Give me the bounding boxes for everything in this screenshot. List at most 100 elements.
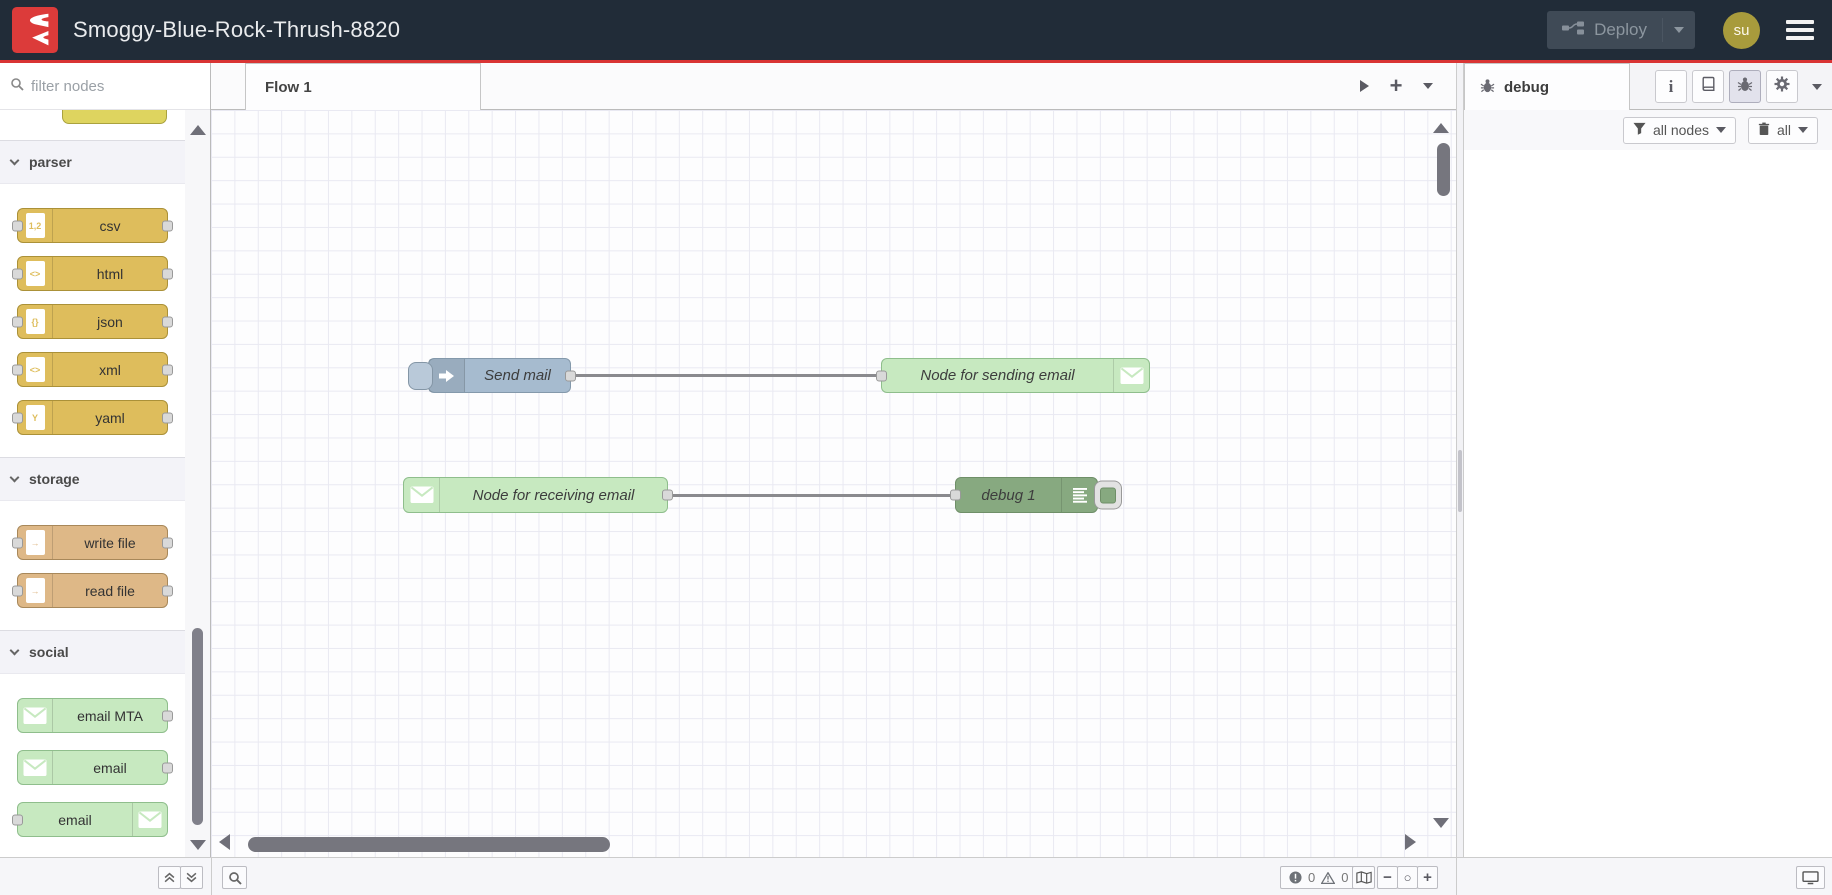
user-avatar[interactable]: su <box>1723 11 1760 49</box>
port-out[interactable] <box>662 489 673 501</box>
palette-node-csv[interactable]: 1,2 csv <box>12 208 173 243</box>
main-menu-button[interactable] <box>1786 20 1814 40</box>
palette-node-partial[interactable] <box>62 110 167 124</box>
port-out[interactable] <box>565 370 576 381</box>
filter-nodes-input[interactable] <box>31 77 230 95</box>
file-icon-box: Y <box>18 401 53 434</box>
canvas-horizontal-scrollbar-thumb[interactable] <box>248 837 610 852</box>
tab-debug[interactable]: debug <box>1464 63 1630 110</box>
palette-node-json[interactable]: {} json <box>12 304 173 339</box>
chevron-down-icon <box>9 155 20 165</box>
workspace-tab-bar: Flow 1 + <box>211 63 1456 110</box>
palette-collapse-all-button[interactable] <box>158 866 181 889</box>
navigator-button[interactable] <box>1352 866 1375 889</box>
port-in[interactable] <box>12 364 23 375</box>
zoom-out-button[interactable]: − <box>1377 866 1398 889</box>
palette-node-label: xml <box>99 361 121 378</box>
palette-node-email[interactable]: email <box>17 750 173 785</box>
port-out[interactable] <box>162 268 173 279</box>
tab-flow-1[interactable]: Flow 1 <box>245 63 481 110</box>
canvas-search-button[interactable] <box>222 866 247 889</box>
palette-scrollbar-thumb[interactable] <box>192 628 203 825</box>
port-in[interactable] <box>12 268 23 279</box>
debug-clear-button[interactable]: all <box>1747 116 1818 144</box>
flow-node-email-in[interactable]: Node for receiving email <box>403 477 673 513</box>
palette-node-yaml[interactable]: Yyaml <box>12 400 173 435</box>
flow-node-send-mail[interactable]: Send mail <box>408 358 576 393</box>
palette-node-html[interactable]: <> html <box>12 256 173 291</box>
canvas-scroll-right-icon[interactable] <box>1405 834 1416 850</box>
add-flow-button[interactable]: + <box>1387 63 1405 109</box>
palette-scrollbar[interactable] <box>185 110 210 857</box>
sidebar-options-icon[interactable] <box>1812 83 1822 90</box>
flow-node-email-out[interactable]: Node for sending email <box>876 358 1150 393</box>
wire[interactable] <box>571 374 881 377</box>
tab-scroll-right-button[interactable] <box>1357 63 1371 109</box>
canvas-scroll-left-icon[interactable] <box>219 834 230 850</box>
help-panel-button[interactable] <box>1692 70 1724 103</box>
flow-node-debug-1[interactable]: debug 1 <box>950 477 1122 513</box>
port-in[interactable] <box>12 412 23 423</box>
flow-status-button[interactable]: 0 0 <box>1280 866 1358 889</box>
palette-category-label: parser <box>29 154 72 170</box>
palette-node-label: yaml <box>95 409 125 426</box>
file-icon-box: <> <box>18 353 53 386</box>
sidebar-tab-bar: debug i <box>1464 63 1832 110</box>
sidebar-resize-handle[interactable] <box>1458 450 1462 512</box>
canvas-scroll-up-icon[interactable] <box>1433 123 1449 133</box>
port-in[interactable] <box>876 370 887 381</box>
deploy-button[interactable]: Deploy <box>1547 11 1695 49</box>
canvas-scroll-down-icon[interactable] <box>1433 818 1449 828</box>
port-out[interactable] <box>162 412 173 423</box>
wire[interactable] <box>668 494 955 497</box>
sidebar-separator[interactable] <box>1456 63 1464 857</box>
debug-panel-button[interactable] <box>1729 70 1761 103</box>
inject-button[interactable] <box>408 361 433 390</box>
info-panel-button[interactable]: i <box>1655 70 1687 103</box>
scroll-up-icon[interactable] <box>190 125 206 135</box>
canvas-vertical-scrollbar-thumb[interactable] <box>1437 143 1450 196</box>
port-in[interactable] <box>12 585 23 596</box>
debug-filter-label: all nodes <box>1652 122 1709 138</box>
palette-expand-all-button[interactable] <box>180 866 203 889</box>
palette-node-email-MTA[interactable]: email MTA <box>17 698 173 733</box>
palette-node-email[interactable]: email <box>12 802 168 837</box>
funnel-icon <box>1633 122 1646 138</box>
port-in[interactable] <box>12 316 23 327</box>
port-out[interactable] <box>162 220 173 231</box>
palette-node-write-file[interactable]: → write file <box>12 525 173 560</box>
double-chevron-up-icon <box>164 872 175 883</box>
minus-icon: − <box>1383 869 1392 886</box>
flow-canvas[interactable]: Send mail Node for sending email Node for … <box>211 110 1456 857</box>
flow-node-label: Send mail <box>484 367 551 384</box>
flow-list-button[interactable] <box>1421 63 1435 109</box>
warning-count: 0 <box>1341 870 1349 885</box>
deploy-options-button[interactable] <box>1662 18 1695 42</box>
debug-toggle-button[interactable] <box>1094 480 1122 510</box>
port-in[interactable] <box>12 220 23 231</box>
port-in[interactable] <box>12 814 23 825</box>
config-panel-button[interactable] <box>1766 70 1798 103</box>
debug-filter-button[interactable]: all nodes <box>1622 116 1736 144</box>
scroll-down-icon[interactable] <box>190 840 206 850</box>
zoom-reset-button[interactable]: ○ <box>1397 866 1418 889</box>
palette-node-label: html <box>96 265 124 282</box>
port-out[interactable] <box>162 585 173 596</box>
palette-category-social[interactable]: social <box>0 630 186 674</box>
open-debug-window-button[interactable] <box>1796 866 1825 889</box>
port-out[interactable] <box>162 537 173 548</box>
palette-category-storage[interactable]: storage <box>0 457 186 501</box>
envelope-icon-box <box>18 699 53 732</box>
palette-category-label: storage <box>29 471 80 487</box>
zoom-in-button[interactable]: + <box>1417 866 1438 889</box>
port-out[interactable] <box>162 316 173 327</box>
port-in[interactable] <box>950 489 961 501</box>
port-out[interactable] <box>162 710 173 721</box>
palette-node-read-file[interactable]: → read file <box>12 573 173 608</box>
port-out[interactable] <box>162 364 173 375</box>
palette-category-parser[interactable]: parser <box>0 140 186 184</box>
palette-node-xml[interactable]: <> xml <box>12 352 173 387</box>
port-out[interactable] <box>162 762 173 773</box>
node-red-editor: Smoggy-Blue-Rock-Thrush-8820 Deploy su f… <box>0 0 1832 895</box>
port-in[interactable] <box>12 537 23 548</box>
